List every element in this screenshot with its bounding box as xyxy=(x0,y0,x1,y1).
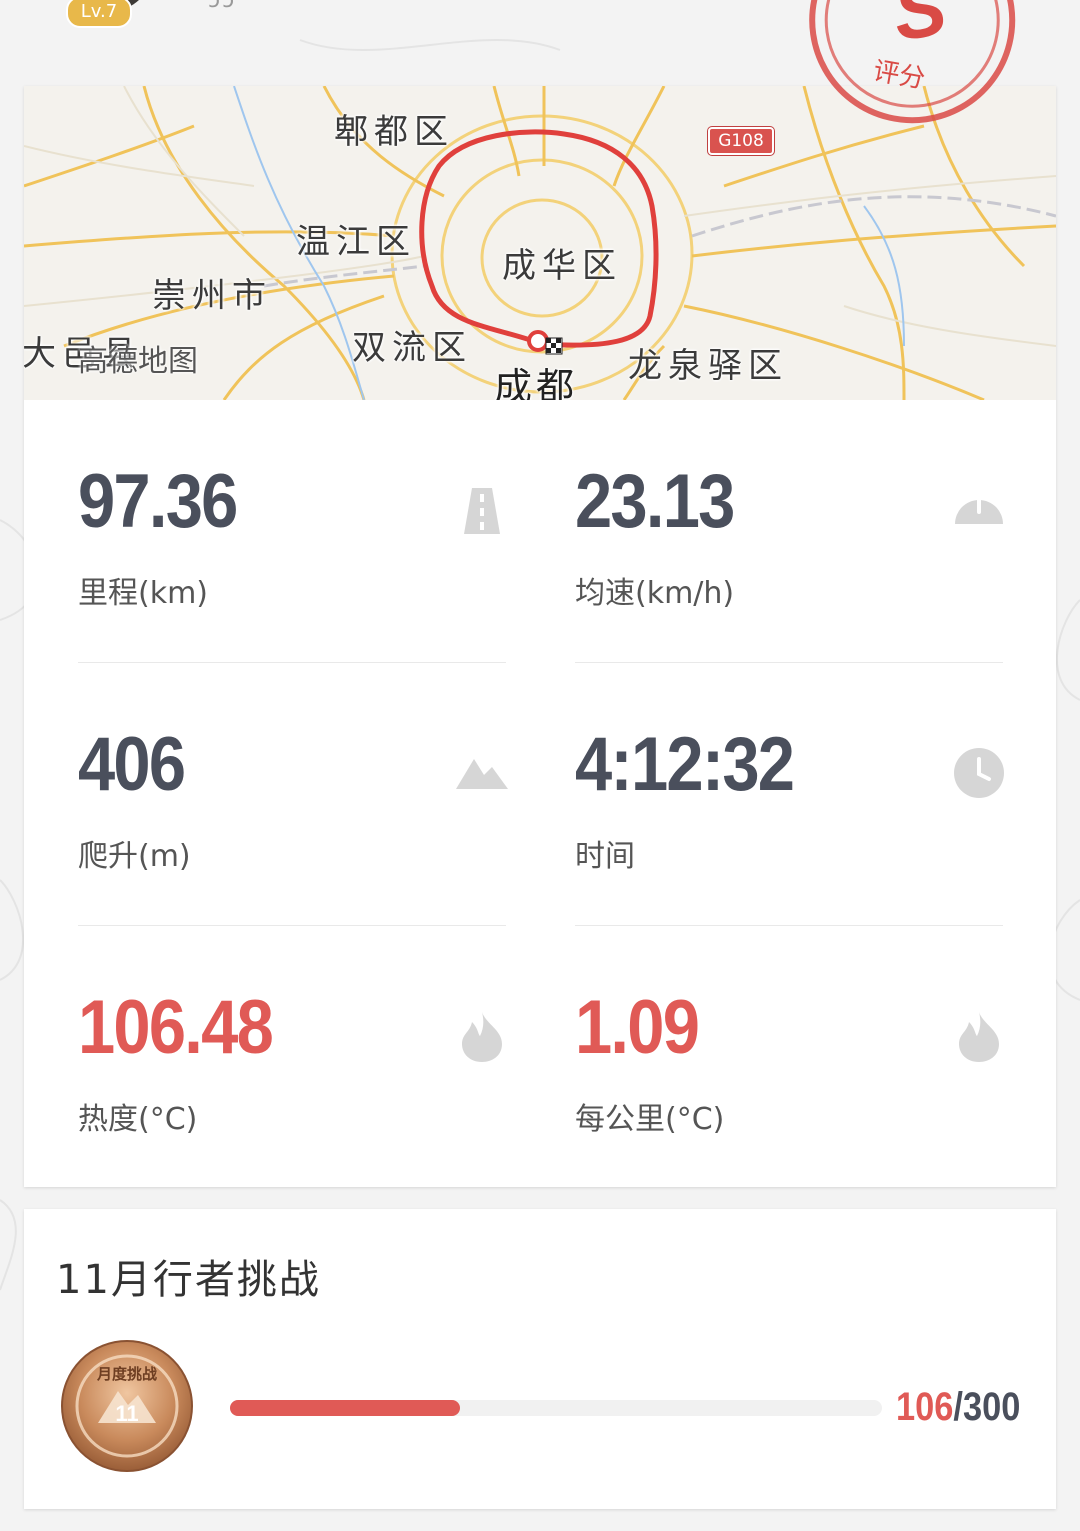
climb-value: 406 xyxy=(78,722,186,807)
stat-climb: 406 爬升(m) xyxy=(78,663,508,925)
level-badge: Lv.7 xyxy=(66,0,132,28)
progress-total: 300 xyxy=(962,1385,1021,1429)
stat-heat-per-km: 1.09 每公里(°C) xyxy=(575,926,1005,1188)
mountain-icon xyxy=(456,759,508,789)
challenge-title: 11月行者挑战 xyxy=(56,1257,321,1303)
flame-icon xyxy=(959,1012,999,1062)
map-label-wenjiang: 温江区 xyxy=(296,222,416,262)
challenge-progress-bar xyxy=(230,1400,882,1416)
map-label-longquanyi: 龙泉驿区 xyxy=(628,346,788,386)
clock-icon xyxy=(954,748,1004,798)
distance-label: 里程(km) xyxy=(78,576,209,611)
monthly-challenge-card[interactable]: 11月行者挑战 月度挑战 11 106/300 xyxy=(24,1209,1056,1509)
map-label-chongzhou: 崇州市 xyxy=(152,276,272,316)
map-label-chenghua: 成华区 xyxy=(502,246,622,286)
map-label-pidu: 郫都区 xyxy=(334,112,454,152)
stat-distance: 97.36 里程(km) xyxy=(78,400,508,662)
heat-per-km-value: 1.09 xyxy=(575,985,700,1070)
heat-per-km-label: 每公里(°C) xyxy=(575,1102,725,1137)
flame-icon xyxy=(462,1012,502,1062)
stat-heat: 106.48 热度(°C) xyxy=(78,926,508,1188)
road-icon xyxy=(464,488,500,534)
road-badge-g108: G108 xyxy=(708,127,774,155)
challenge-progress-text: 106/300 xyxy=(896,1385,1020,1430)
medal-month: 11 xyxy=(115,1401,138,1426)
challenge-progress-fill xyxy=(230,1400,461,1416)
progress-separator: / xyxy=(953,1385,963,1429)
finish-flag-icon xyxy=(545,337,563,355)
time-value: 4:12:32 xyxy=(575,722,795,807)
stat-time: 4:12:32 时间 xyxy=(575,663,1005,925)
stat-avg-speed: 23.13 均速(km/h) xyxy=(575,400,1005,662)
rating-label: 评分 xyxy=(871,56,927,95)
challenge-medal-icon[interactable]: 月度挑战 11 xyxy=(60,1339,194,1473)
heat-value: 106.48 xyxy=(78,985,274,1070)
avg-speed-label: 均速(km/h) xyxy=(575,576,735,611)
username: ↄↄ xyxy=(208,0,237,13)
climb-label: 爬升(m) xyxy=(78,839,191,874)
rating-stamp: S - 评分 xyxy=(809,0,1016,124)
distance-value: 97.36 xyxy=(78,459,238,544)
speedometer-icon xyxy=(955,498,1003,524)
start-marker-icon xyxy=(527,330,549,352)
time-label: 时间 xyxy=(575,839,635,874)
rating-grade: S xyxy=(888,0,952,57)
avg-speed-value: 23.13 xyxy=(575,459,735,544)
map-label-chengdu: 成都 xyxy=(494,365,579,400)
progress-current: 106 xyxy=(896,1385,954,1429)
heat-label: 热度(°C) xyxy=(78,1102,198,1137)
medal-text: 月度挑战 xyxy=(96,1365,157,1383)
map-label-shuangliu: 双流区 xyxy=(352,328,472,368)
map-provider-logo: 高德地图 xyxy=(78,344,198,379)
ride-summary-card: 郫都区 温江区 成华区 崇州市 大邑县 双流区 龙泉驿区 成都 G108 高德地… xyxy=(24,86,1056,1187)
